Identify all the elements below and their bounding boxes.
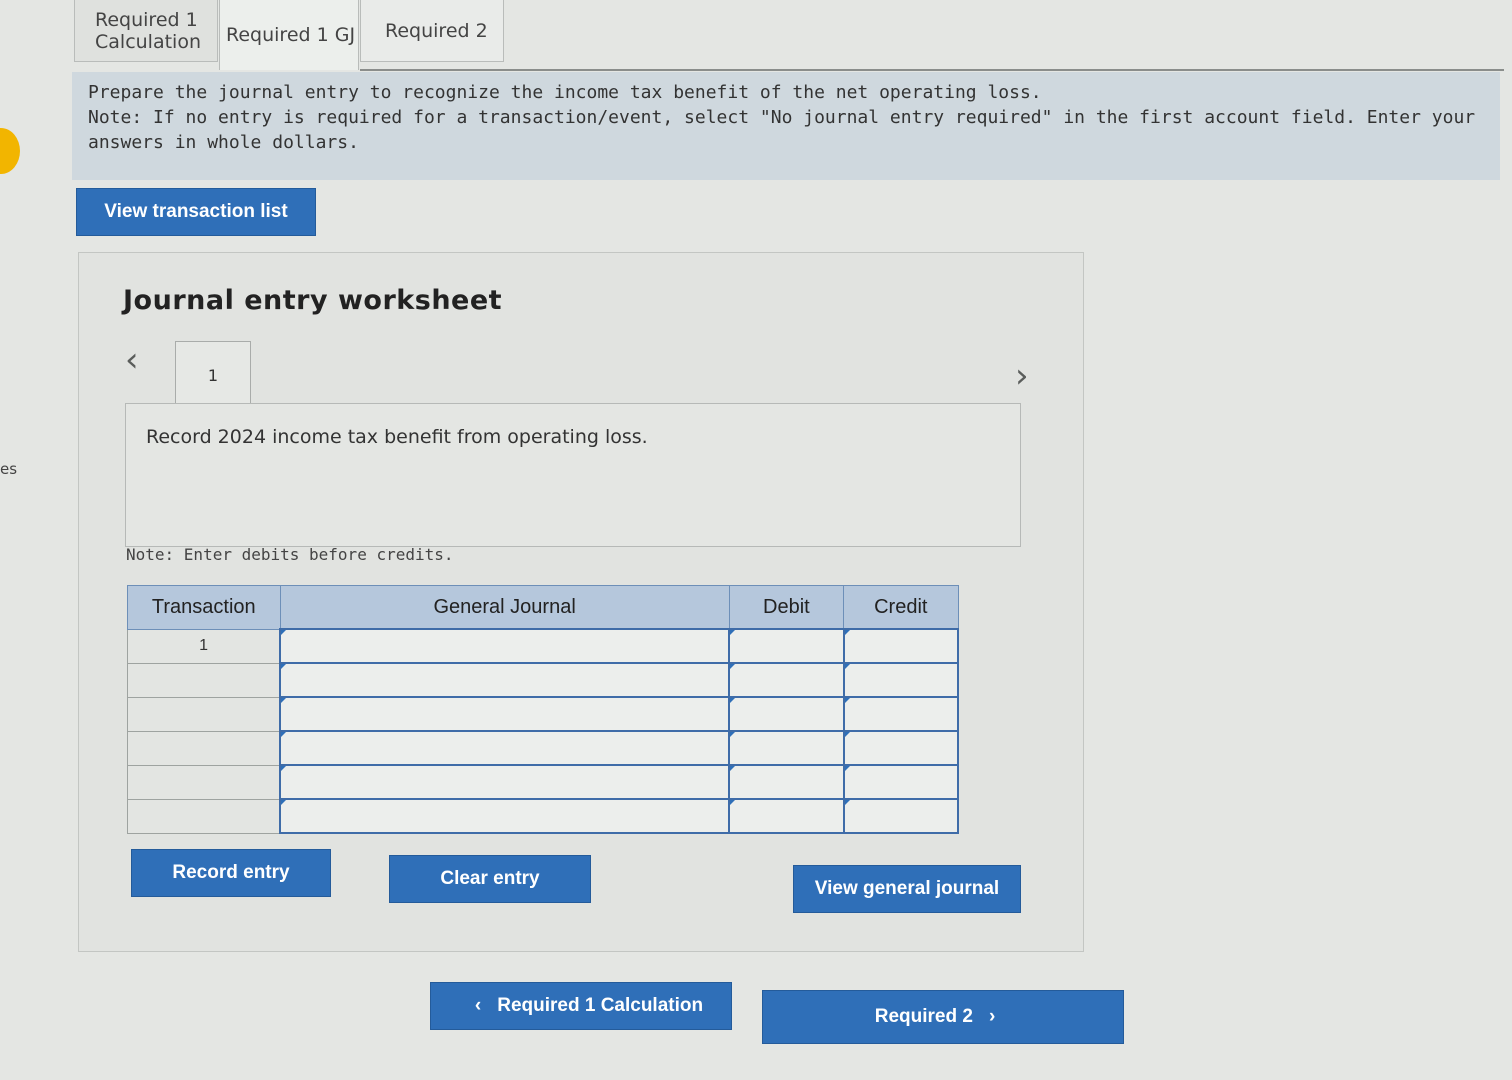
view-transaction-list-button[interactable]: View transaction list (76, 188, 316, 236)
prev-required-button[interactable]: ‹ Required 1 Calculation (430, 982, 732, 1030)
transaction-description: Record 2024 income tax benefit from oper… (125, 403, 1021, 547)
debits-note: Note: Enter debits before credits. (126, 545, 454, 564)
journal-entry-worksheet-panel: Journal entry worksheet ‹ 1 › Record 202… (78, 252, 1084, 952)
worksheet-title: Journal entry worksheet (123, 285, 503, 316)
transaction-cell (127, 696, 281, 732)
debit-input[interactable] (728, 798, 845, 834)
side-cut-text: es (0, 460, 18, 478)
column-header-transaction: Transaction (127, 585, 281, 630)
table-row (127, 798, 960, 834)
credit-input[interactable] (842, 798, 960, 834)
worksheet-page-tab[interactable]: 1 (175, 341, 251, 408)
tab-required-2[interactable]: Required 2 (360, 0, 504, 62)
table-row (127, 764, 960, 800)
chevron-left-icon: ‹ (474, 995, 482, 1016)
account-select[interactable] (279, 764, 731, 800)
tab-divider (360, 69, 1504, 71)
debit-input[interactable] (728, 730, 845, 766)
debit-input[interactable] (728, 662, 845, 698)
table-row (127, 730, 960, 766)
debit-input[interactable] (728, 764, 845, 800)
instruction-text: Prepare the journal entry to recognize t… (88, 82, 1042, 103)
clear-entry-button[interactable]: Clear entry (389, 855, 591, 903)
journal-table: Transaction General Journal Debit Credit… (127, 585, 960, 834)
table-row: 1 (127, 628, 960, 664)
account-select[interactable] (279, 662, 731, 698)
view-general-journal-button[interactable]: View general journal (793, 865, 1021, 913)
transaction-cell: 1 (127, 628, 281, 664)
credit-input[interactable] (842, 764, 960, 800)
table-row (127, 696, 960, 732)
tab-required-1-gj[interactable]: Required 1 GJ (219, 0, 359, 70)
credit-input[interactable] (842, 730, 960, 766)
debit-input[interactable] (728, 628, 845, 664)
chevron-right-icon: › (988, 1006, 996, 1027)
credit-input[interactable] (842, 696, 960, 732)
instruction-note: Note: If no entry is required for a tran… (88, 107, 1476, 153)
transaction-cell (127, 764, 281, 800)
table-row (127, 662, 960, 698)
account-select[interactable] (279, 628, 731, 664)
chevron-right-icon[interactable]: › (1015, 359, 1029, 393)
next-button-label: Required 2 (874, 1006, 973, 1027)
transaction-cell (127, 662, 281, 698)
column-header-general-journal: General Journal (279, 585, 730, 630)
chevron-left-icon[interactable]: ‹ (125, 343, 139, 377)
tab-required-1-calculation[interactable]: Required 1 Calculation (74, 0, 218, 62)
record-entry-button[interactable]: Record entry (131, 849, 331, 897)
instructions-box: Prepare the journal entry to recognize t… (72, 72, 1500, 180)
side-indicator-dot (0, 128, 20, 174)
column-header-debit: Debit (728, 585, 845, 630)
next-required-button[interactable]: Required 2 › (762, 990, 1124, 1044)
prev-button-label: Required 1 Calculation (497, 995, 704, 1016)
transaction-cell (127, 798, 281, 834)
transaction-cell (127, 730, 281, 766)
account-select[interactable] (279, 730, 731, 766)
account-select[interactable] (279, 696, 731, 732)
debit-input[interactable] (728, 696, 845, 732)
credit-input[interactable] (842, 628, 960, 664)
column-header-credit: Credit (843, 585, 959, 630)
account-select[interactable] (279, 798, 731, 834)
credit-input[interactable] (842, 662, 960, 698)
